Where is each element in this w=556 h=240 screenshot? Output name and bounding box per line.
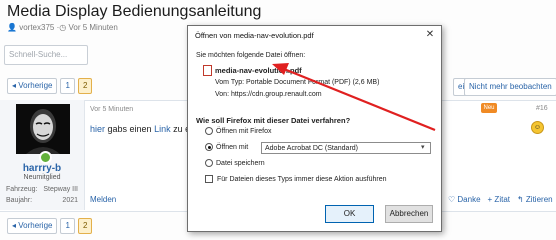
checkbox[interactable]: [205, 175, 213, 183]
user-field-year: Baujahr: 2021: [6, 197, 78, 204]
radio-open-firefox[interactable]: Öffnen mit Firefox: [205, 127, 272, 135]
user-icon: 👤: [7, 23, 17, 32]
page-2-button[interactable]: 2: [77, 78, 93, 94]
avatar[interactable]: [16, 104, 70, 154]
post-number[interactable]: #16: [536, 105, 548, 112]
pagination-top: ◂ Vorherige 1 2: [7, 78, 93, 94]
post-time: Vor 5 Minuten: [90, 106, 134, 113]
ok-button[interactable]: OK: [325, 205, 374, 223]
radio-button[interactable]: [205, 159, 213, 167]
quote-add-button[interactable]: + Zitat: [488, 195, 510, 204]
post-link[interactable]: Link: [154, 124, 171, 134]
unwatch-button[interactable]: Nicht mehr beobachten: [464, 78, 556, 96]
post-body: hier gabs einen Link zu eine: [90, 124, 202, 134]
always-do-this-checkbox[interactable]: Für Dateien dieses Typs immer diese Akti…: [205, 175, 387, 183]
radio-save-file[interactable]: Datei speichern: [205, 159, 265, 167]
pdf-file-icon: [203, 65, 212, 76]
cancel-button[interactable]: Abbrechen: [385, 205, 433, 223]
page-1-button-bottom[interactable]: 1: [60, 218, 75, 234]
page-1-button[interactable]: 1: [60, 78, 75, 94]
search-input[interactable]: Schnell-Suche...: [4, 45, 88, 65]
pagination-bottom: ◂ Vorherige 1 2: [7, 218, 93, 234]
chevron-down-icon[interactable]: ▾: [421, 143, 425, 151]
report-link[interactable]: Melden: [90, 195, 116, 204]
smile-emoji-icon: ☺: [531, 121, 544, 134]
dialog-title: Öffnen von media-nav-evolution.pdf: [195, 31, 314, 40]
radio-button-selected[interactable]: [205, 143, 213, 151]
app-select[interactable]: Adobe Acrobat DC (Standard): [261, 142, 431, 154]
radio-button[interactable]: [205, 127, 213, 135]
thread-time: Vor 5 Minuten: [68, 23, 118, 32]
open-file-dialog: Öffnen von media-nav-evolution.pdf ✕ Sie…: [187, 25, 442, 232]
post-actions: ♡ Danke + Zitat ↰ Zitieren: [448, 195, 553, 204]
clock-icon: ·◷: [56, 23, 67, 32]
quote-button[interactable]: ↰ Zitieren: [517, 195, 553, 204]
file-source: Von: https://cdn.group.renault.com: [215, 91, 322, 98]
prev-page-button[interactable]: ◂ Vorherige: [7, 78, 58, 94]
radio-open-with[interactable]: Öffnen mit: [205, 143, 248, 151]
thread-meta: 👤 vortex375 ·◷ Vor 5 Minuten: [7, 23, 118, 32]
file-type: Vom Typ: Portable Document Format (PDF) …: [215, 79, 380, 86]
dialog-question: Wie soll Firefox mit dieser Datei verfah…: [196, 116, 351, 125]
dialog-intro: Sie möchten folgende Datei öffnen:: [196, 52, 306, 59]
thread-author[interactable]: vortex375: [19, 23, 54, 32]
close-icon[interactable]: ✕: [424, 29, 436, 41]
username[interactable]: harrry-b: [0, 163, 84, 174]
page-title: Media Display Bedienungsanleitung: [7, 3, 262, 20]
user-title: Neumitglied: [23, 174, 61, 181]
page-2-button-bottom[interactable]: 2: [77, 218, 93, 234]
post-link-hier[interactable]: hier: [90, 124, 105, 134]
prev-page-button-bottom[interactable]: ◂ Vorherige: [7, 218, 58, 234]
user-field-vehicle: Fahrzeug: Stepway III: [6, 186, 78, 193]
thanks-button[interactable]: ♡ Danke: [448, 195, 481, 204]
file-name: media-nav-evolution.pdf: [215, 66, 302, 75]
new-badge: Neu: [481, 103, 497, 113]
